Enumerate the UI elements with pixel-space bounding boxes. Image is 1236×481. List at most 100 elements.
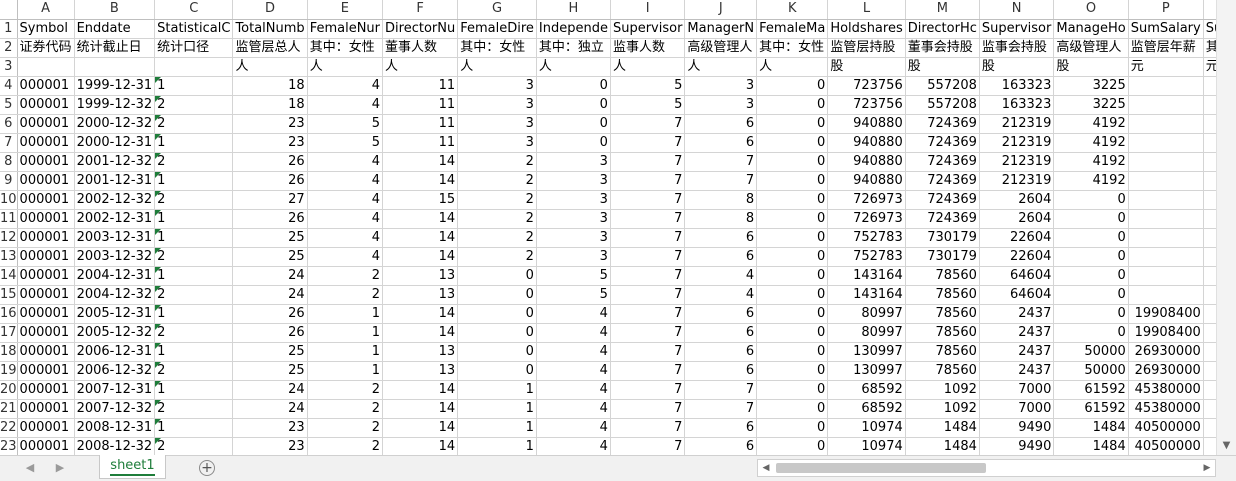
- cell-p5[interactable]: [1128, 95, 1204, 115]
- cell-n15[interactable]: 64604: [979, 285, 1055, 305]
- cell-c1[interactable]: StatisticalC: [154, 19, 234, 39]
- cell-k19[interactable]: 0: [756, 361, 829, 381]
- cell-d10[interactable]: 27: [232, 190, 308, 210]
- cell-n4[interactable]: 163323: [979, 76, 1055, 96]
- cell-c19[interactable]: 2: [154, 361, 234, 381]
- column-header-o[interactable]: O: [1053, 0, 1129, 20]
- cell-n11[interactable]: 2604: [979, 209, 1055, 229]
- cell-d1[interactable]: TotalNumb: [232, 19, 308, 39]
- next-sheet-icon[interactable]: ▶: [52, 460, 68, 476]
- cell-j21[interactable]: 7: [684, 399, 758, 419]
- cell-q17[interactable]: [1203, 323, 1216, 343]
- cell-j10[interactable]: 8: [684, 190, 758, 210]
- cell-q7[interactable]: [1203, 133, 1216, 153]
- cell-c20[interactable]: 1: [154, 380, 234, 400]
- cell-f7[interactable]: 11: [382, 133, 459, 153]
- cell-d7[interactable]: 23: [232, 133, 308, 153]
- cell-k22[interactable]: 0: [756, 418, 829, 438]
- cell-f20[interactable]: 14: [382, 380, 459, 400]
- cell-j4[interactable]: 3: [684, 76, 758, 96]
- cell-g20[interactable]: 1: [457, 380, 537, 400]
- cell-f12[interactable]: 14: [382, 228, 459, 248]
- cell-f23[interactable]: 14: [382, 437, 459, 455]
- cell-o22[interactable]: 1484: [1053, 418, 1129, 438]
- cell-n5[interactable]: 163323: [979, 95, 1055, 115]
- cell-k4[interactable]: 0: [756, 76, 829, 96]
- cell-o18[interactable]: 50000: [1053, 342, 1129, 362]
- cell-g23[interactable]: 1: [457, 437, 537, 455]
- cell-i21[interactable]: 7: [610, 399, 686, 419]
- cell-k12[interactable]: 0: [756, 228, 829, 248]
- cell-a21[interactable]: 000001: [17, 399, 75, 419]
- cell-h20[interactable]: 4: [536, 380, 611, 400]
- cell-a18[interactable]: 000001: [17, 342, 75, 362]
- cell-a19[interactable]: 000001: [17, 361, 75, 381]
- row-header[interactable]: 2: [0, 38, 18, 58]
- cell-k15[interactable]: 0: [756, 285, 829, 305]
- cell-g14[interactable]: 0: [457, 266, 537, 286]
- cell-e21[interactable]: 2: [307, 399, 384, 419]
- cell-l16[interactable]: 80997: [827, 304, 906, 324]
- cell-n10[interactable]: 2604: [979, 190, 1055, 210]
- cell-d8[interactable]: 26: [232, 152, 308, 172]
- cell-d6[interactable]: 23: [232, 114, 308, 134]
- column-header-h[interactable]: H: [536, 0, 611, 20]
- cell-h19[interactable]: 4: [536, 361, 611, 381]
- cell-q23[interactable]: [1203, 437, 1216, 455]
- cell-e8[interactable]: 4: [307, 152, 384, 172]
- cell-f3[interactable]: 人: [382, 57, 459, 77]
- cell-a17[interactable]: 000001: [17, 323, 75, 343]
- cell-q1[interactable]: SumA: [1203, 19, 1216, 39]
- cell-j11[interactable]: 8: [684, 209, 758, 229]
- cell-c6[interactable]: 2: [154, 114, 234, 134]
- cell-m5[interactable]: 557208: [905, 95, 980, 115]
- cell-a8[interactable]: 000001: [17, 152, 75, 172]
- cell-h4[interactable]: 0: [536, 76, 611, 96]
- cell-g16[interactable]: 0: [457, 304, 537, 324]
- cell-n21[interactable]: 7000: [979, 399, 1055, 419]
- cell-n19[interactable]: 2437: [979, 361, 1055, 381]
- cell-g5[interactable]: 3: [457, 95, 537, 115]
- cell-o7[interactable]: 4192: [1053, 133, 1129, 153]
- cell-h14[interactable]: 5: [536, 266, 611, 286]
- cell-q19[interactable]: [1203, 361, 1216, 381]
- cell-d16[interactable]: 26: [232, 304, 308, 324]
- cell-d14[interactable]: 24: [232, 266, 308, 286]
- cell-j1[interactable]: ManagerN: [684, 19, 758, 39]
- cell-m13[interactable]: 730179: [905, 247, 980, 267]
- cell-j7[interactable]: 6: [684, 133, 758, 153]
- cell-i22[interactable]: 7: [610, 418, 686, 438]
- cell-d13[interactable]: 25: [232, 247, 308, 267]
- cell-n7[interactable]: 212319: [979, 133, 1055, 153]
- scroll-right-arrow-icon[interactable]: ▶: [1200, 460, 1214, 476]
- cell-m19[interactable]: 78560: [905, 361, 980, 381]
- cell-table[interactable]: ABCDEFGHIJKLMNOPQ 1SymbolEnddateStatisti…: [0, 0, 1216, 455]
- cell-o21[interactable]: 61592: [1053, 399, 1129, 419]
- cell-e13[interactable]: 4: [307, 247, 384, 267]
- column-header-g[interactable]: G: [457, 0, 537, 20]
- cell-j18[interactable]: 6: [684, 342, 758, 362]
- cell-i17[interactable]: 7: [610, 323, 686, 343]
- cell-l19[interactable]: 130997: [827, 361, 906, 381]
- cell-p21[interactable]: 45380000: [1128, 399, 1204, 419]
- cell-i5[interactable]: 5: [610, 95, 686, 115]
- cell-q2[interactable]: 其中: [1203, 38, 1216, 58]
- cell-b7[interactable]: 2000-12-31: [74, 133, 156, 153]
- cell-f11[interactable]: 14: [382, 209, 459, 229]
- add-sheet-icon[interactable]: +: [199, 460, 215, 476]
- cell-k3[interactable]: 人: [756, 57, 829, 77]
- cell-c10[interactable]: 2: [154, 190, 234, 210]
- cell-a4[interactable]: 000001: [17, 76, 75, 96]
- cell-i23[interactable]: 7: [610, 437, 686, 455]
- column-header-q[interactable]: Q: [1203, 0, 1216, 20]
- cell-g7[interactable]: 3: [457, 133, 537, 153]
- cell-b19[interactable]: 2006-12-32: [74, 361, 156, 381]
- cell-g21[interactable]: 1: [457, 399, 537, 419]
- cell-p6[interactable]: [1128, 114, 1204, 134]
- cell-f14[interactable]: 13: [382, 266, 459, 286]
- cell-i11[interactable]: 7: [610, 209, 686, 229]
- cell-q6[interactable]: [1203, 114, 1216, 134]
- cell-c17[interactable]: 2: [154, 323, 234, 343]
- cell-g12[interactable]: 2: [457, 228, 537, 248]
- cell-e5[interactable]: 4: [307, 95, 384, 115]
